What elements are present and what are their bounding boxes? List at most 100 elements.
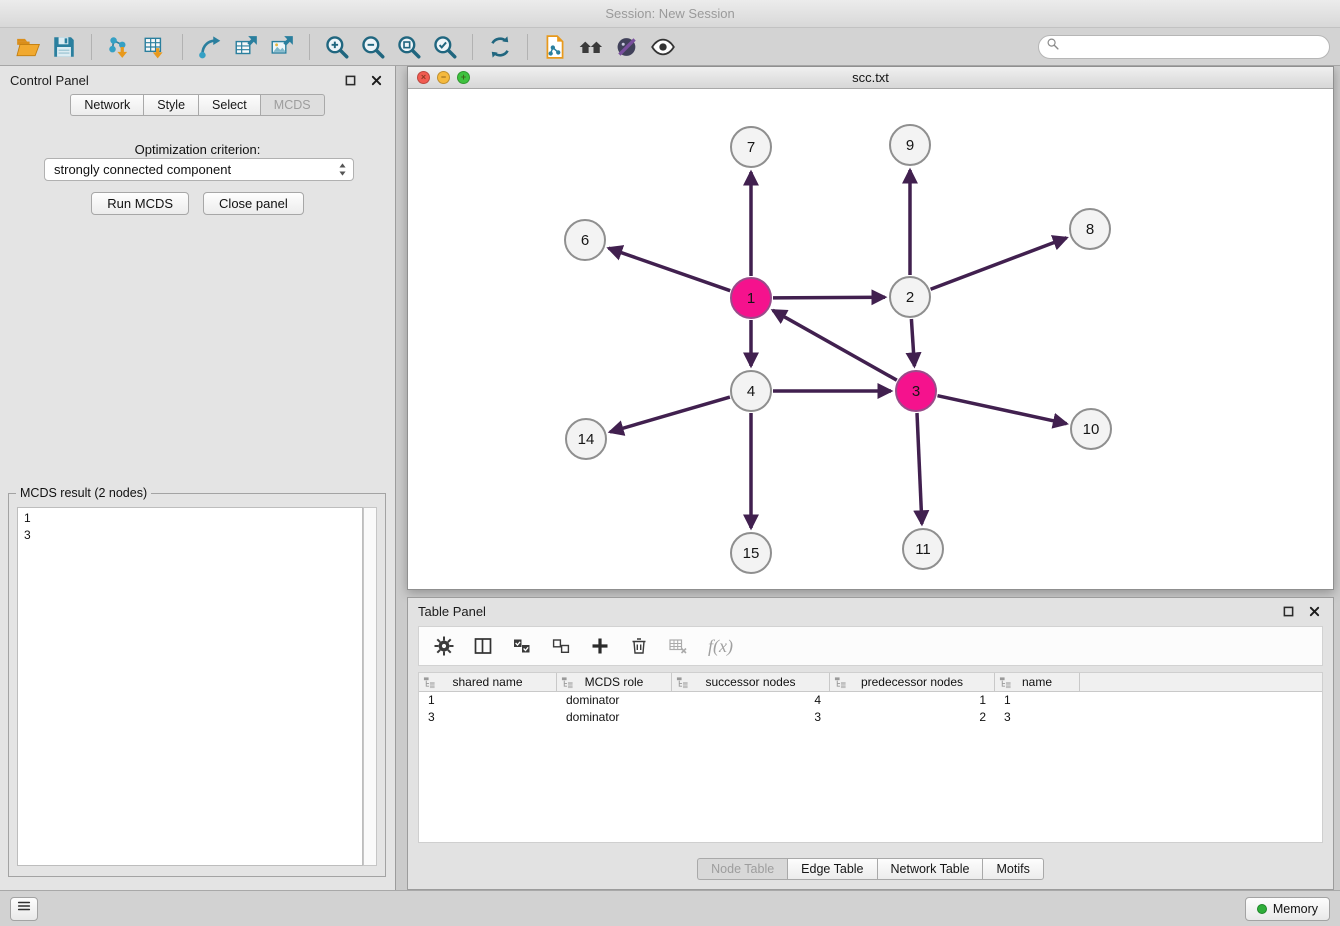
float-table-panel-icon[interactable] <box>1279 602 1297 620</box>
result-item[interactable]: 1 <box>24 510 356 527</box>
manage-networks-button[interactable] <box>537 32 573 62</box>
optimization-criterion-dropdown[interactable]: strongly connected component <box>44 158 354 181</box>
export-image-button[interactable] <box>264 32 300 62</box>
select-all-button[interactable] <box>509 633 535 659</box>
graph-node-2[interactable]: 2 <box>890 277 930 317</box>
tab-style[interactable]: Style <box>143 94 198 116</box>
window-titlebar: Session: New Session <box>0 0 1340 28</box>
mcds-result-list[interactable]: 13 <box>17 507 363 866</box>
dropdown-selected-value: strongly connected component <box>54 162 231 177</box>
zoom-fit-button[interactable] <box>391 32 427 62</box>
graph-node-1[interactable]: 1 <box>731 278 771 318</box>
graph-node-6[interactable]: 6 <box>565 220 605 260</box>
import-table-button[interactable] <box>137 32 173 62</box>
control-panel-buttons: Run MCDS Close panel <box>0 192 395 215</box>
show-hide-button[interactable] <box>645 32 681 62</box>
svg-text:3: 3 <box>912 383 920 400</box>
graph-edge-1-2[interactable] <box>773 297 885 298</box>
tab-network[interactable]: Network <box>70 94 143 116</box>
tab-network-table[interactable]: Network Table <box>877 858 983 880</box>
tab-select[interactable]: Select <box>198 94 260 116</box>
toolbar-separator <box>527 34 528 60</box>
column-header-label: shared name <box>452 675 522 689</box>
svg-text:14: 14 <box>578 431 595 448</box>
add-row-button[interactable] <box>587 633 613 659</box>
graph-node-4[interactable]: 4 <box>731 371 771 411</box>
function-builder-button[interactable]: f(x) <box>708 636 733 657</box>
network-graph[interactable]: 7 9 6 8 1 2 4 3 10 14 15 11 <box>408 89 1333 589</box>
import-network-button[interactable] <box>101 32 137 62</box>
column-header-successor-nodes[interactable]: successor nodes <box>672 673 830 691</box>
graph-edge-3-1[interactable] <box>773 310 897 380</box>
apply-style-button[interactable] <box>609 32 645 62</box>
close-panel-icon[interactable] <box>367 71 385 89</box>
column-header-name[interactable]: name <box>995 673 1080 691</box>
graph-node-14[interactable]: 14 <box>566 419 606 459</box>
table-cell: 2 <box>830 709 995 726</box>
zoom-window-icon[interactable]: + <box>457 71 470 84</box>
column-header-predecessor-nodes[interactable]: predecessor nodes <box>830 673 995 691</box>
close-table-panel-icon[interactable] <box>1305 602 1323 620</box>
graph-node-3[interactable]: 3 <box>896 371 936 411</box>
graph-node-15[interactable]: 15 <box>731 533 771 573</box>
graph-edge-3-11[interactable] <box>917 413 922 524</box>
control-panel-title: Control Panel <box>10 73 89 88</box>
tab-node-table[interactable]: Node Table <box>697 858 787 880</box>
search-box[interactable] <box>1038 35 1330 59</box>
float-panel-icon[interactable] <box>341 71 359 89</box>
toolbar-separator <box>472 34 473 60</box>
control-panel-tabs: NetworkStyleSelectMCDS <box>0 94 395 116</box>
column-header-shared-name[interactable]: shared name <box>419 673 557 691</box>
mcds-result-group: MCDS result (2 nodes) 13 <box>8 493 386 877</box>
table-settings-button[interactable] <box>431 633 457 659</box>
graph-node-8[interactable]: 8 <box>1070 209 1110 249</box>
column-header-label: successor nodes <box>705 675 795 689</box>
close-panel-button[interactable]: Close panel <box>203 192 304 215</box>
graph-node-7[interactable]: 7 <box>731 127 771 167</box>
unselect-all-button[interactable] <box>548 633 574 659</box>
graph-edge-4-14[interactable] <box>610 397 730 432</box>
svg-text:7: 7 <box>747 139 755 156</box>
svg-text:2: 2 <box>906 289 914 306</box>
network-window-titlebar[interactable]: × − + scc.txt <box>408 67 1333 89</box>
zoom-selected-button[interactable] <box>427 32 463 62</box>
graph-node-10[interactable]: 10 <box>1071 409 1111 449</box>
table-row[interactable]: 3dominator323 <box>419 709 1322 726</box>
tab-motifs[interactable]: Motifs <box>982 858 1043 880</box>
result-item[interactable]: 3 <box>24 527 356 544</box>
delete-row-button[interactable] <box>626 633 652 659</box>
table-cell: 1 <box>830 692 995 709</box>
memory-button[interactable]: Memory <box>1245 897 1330 921</box>
show-all-networks-button[interactable] <box>573 32 609 62</box>
zoom-in-button[interactable] <box>319 32 355 62</box>
refresh-button[interactable] <box>482 32 518 62</box>
graph-node-11[interactable]: 11 <box>903 529 943 569</box>
run-mcds-button[interactable]: Run MCDS <box>91 192 189 215</box>
tab-edge-table[interactable]: Edge Table <box>787 858 876 880</box>
graph-edge-2-8[interactable] <box>931 238 1067 289</box>
column-header-MCDS-role[interactable]: MCDS role <box>557 673 672 691</box>
delete-table-button[interactable] <box>665 633 691 659</box>
graph-edge-1-6[interactable] <box>609 248 731 291</box>
graph-edge-2-3[interactable] <box>911 319 914 366</box>
control-panel: Control Panel NetworkStyleSelectMCDS Opt… <box>0 66 396 890</box>
main-toolbar-groups <box>10 32 681 62</box>
network-canvas[interactable]: 7 9 6 8 1 2 4 3 10 14 15 11 <box>408 89 1333 589</box>
mcds-result-scrollbar[interactable] <box>363 507 377 866</box>
export-network-button[interactable] <box>192 32 228 62</box>
zoom-out-button[interactable] <box>355 32 391 62</box>
export-table-button[interactable] <box>228 32 264 62</box>
tab-mcds[interactable]: MCDS <box>260 94 325 116</box>
table-panel: Table Panel f(x) shared nameMCDS rolesuc… <box>407 597 1334 890</box>
save-session-button[interactable] <box>46 32 82 62</box>
panel-menu-button[interactable] <box>10 897 38 921</box>
show-columns-button[interactable] <box>470 633 496 659</box>
open-file-button[interactable] <box>10 32 46 62</box>
table-cell: 4 <box>672 692 830 709</box>
graph-node-9[interactable]: 9 <box>890 125 930 165</box>
table-row[interactable]: 1dominator411 <box>419 692 1322 709</box>
minimize-window-icon[interactable]: − <box>437 71 450 84</box>
search-input[interactable] <box>1064 40 1322 54</box>
close-window-icon[interactable]: × <box>417 71 430 84</box>
graph-edge-3-10[interactable] <box>938 396 1067 424</box>
